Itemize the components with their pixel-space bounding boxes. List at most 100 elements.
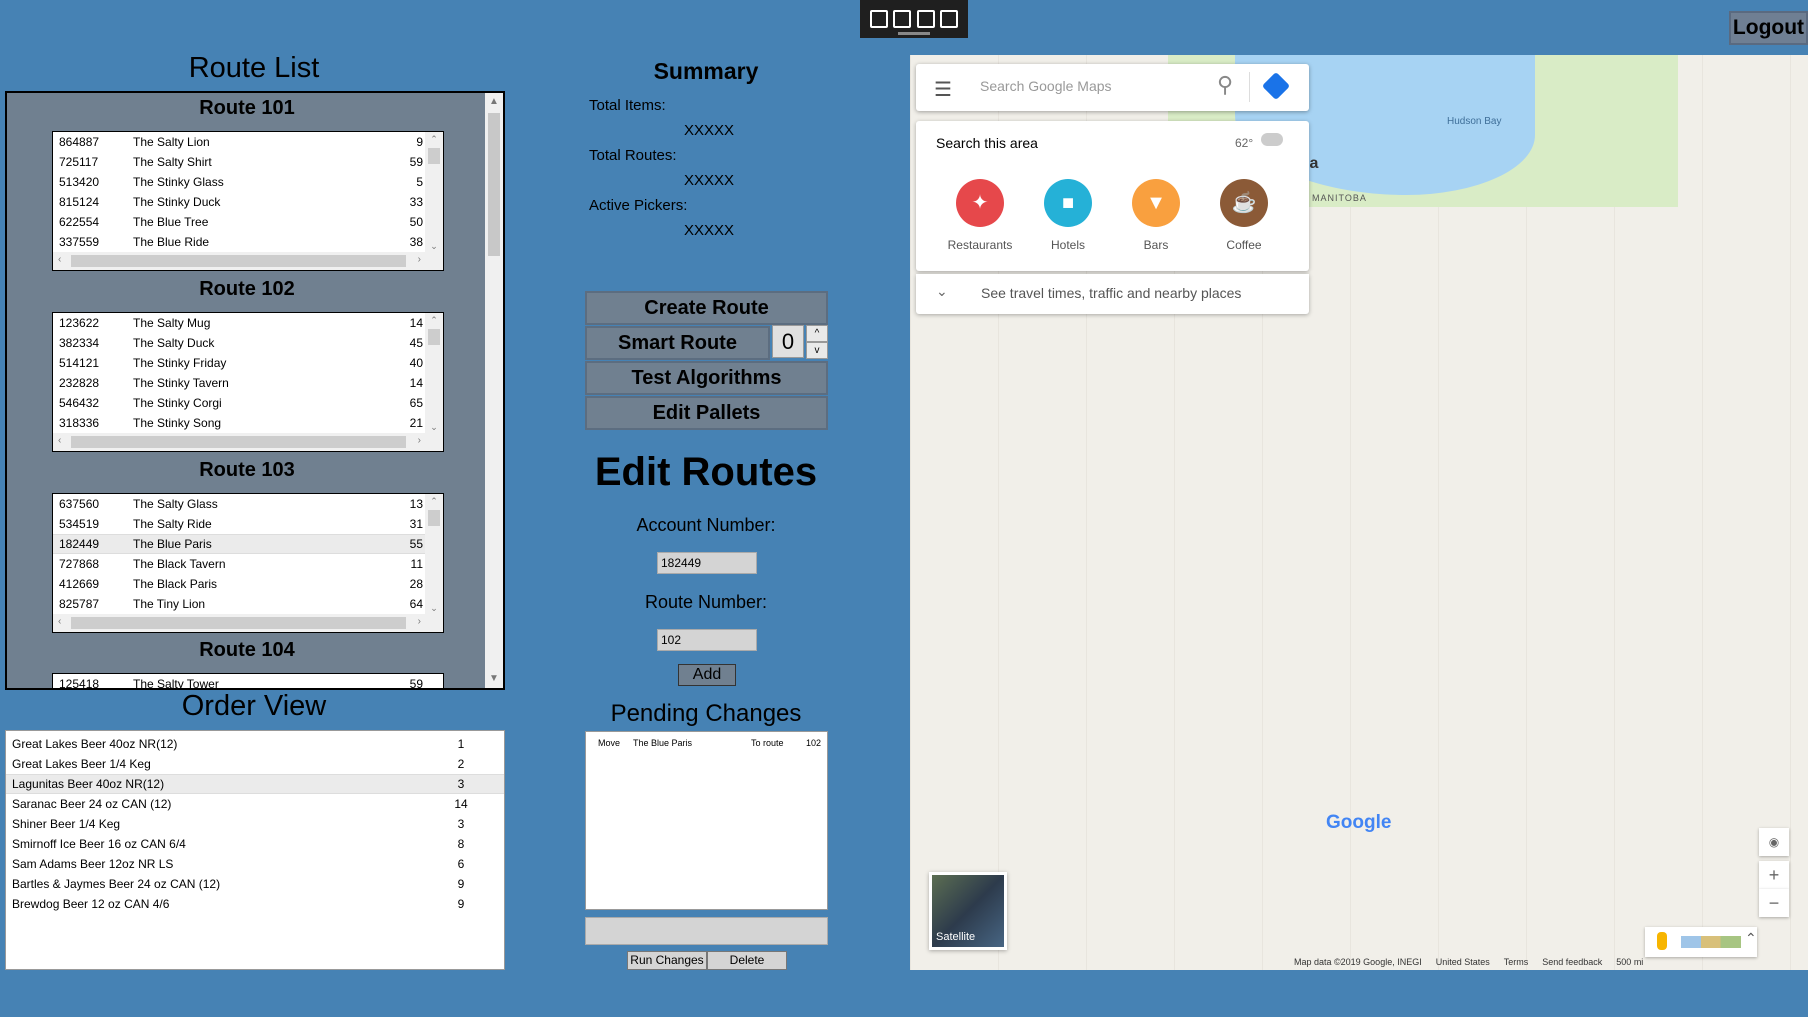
create-route-button[interactable]: Create Route: [585, 291, 828, 325]
edit-pallets-button[interactable]: Edit Pallets: [585, 396, 828, 430]
travel-times-bar[interactable]: ⌄ See travel times, traffic and nearby p…: [916, 274, 1309, 314]
expand-icon[interactable]: ⌃: [1745, 930, 1757, 947]
route-number-input[interactable]: 102: [657, 629, 757, 651]
smart-route-count[interactable]: 0: [772, 325, 804, 358]
satellite-toggle[interactable]: Satellite: [929, 872, 1007, 950]
order-row[interactable]: Shiner Beer 1/4 Keg 3: [6, 814, 504, 834]
pending-input-bar[interactable]: [585, 917, 828, 945]
order-row[interactable]: Great Lakes Beer 40oz NR(12) 1: [6, 734, 504, 754]
scroll-up-icon[interactable]: ▲: [485, 93, 503, 111]
account-number-input[interactable]: 182449: [657, 552, 757, 574]
vertical-scrollbar[interactable]: ⌃ ⌄: [425, 313, 443, 435]
fork-knife-icon[interactable]: ✦: [956, 179, 1004, 227]
route-row[interactable]: 232828 The Stinky Tavern 14: [53, 373, 443, 393]
search-input[interactable]: Search Google Maps: [980, 78, 1112, 94]
horizontal-scrollbar[interactable]: ‹ ›: [53, 252, 443, 270]
scroll-up-icon[interactable]: ⌃: [425, 496, 443, 507]
order-row[interactable]: Great Lakes Beer 1/4 Keg 2: [6, 754, 504, 774]
horizontal-scrollbar[interactable]: ‹ ›: [53, 433, 443, 451]
scroll-thumb[interactable]: [428, 329, 440, 345]
pegman-layer-bar[interactable]: ⌃: [1645, 927, 1757, 957]
route-row[interactable]: 318336 The Stinky Song 21: [53, 413, 443, 433]
scroll-right-icon[interactable]: ›: [418, 616, 421, 627]
delete-button[interactable]: Delete: [707, 951, 787, 970]
cocktail-icon[interactable]: ▼: [1132, 179, 1180, 227]
bars-category[interactable]: ▼ Bars: [1116, 179, 1196, 252]
order-view-list[interactable]: Great Lakes Beer 40oz NR(12) 1 Great Lakes…: [5, 730, 505, 970]
route-list-box[interactable]: 123622 The Salty Mug 14 382334 The Salty Duc…: [52, 312, 444, 452]
country-link[interactable]: United States: [1436, 957, 1490, 967]
hotels-category[interactable]: ■ Hotels: [1028, 179, 1108, 252]
route-row[interactable]: 864887 The Salty Lion 9: [53, 132, 443, 152]
order-row[interactable]: Saranac Beer 24 oz CAN (12) 14: [6, 794, 504, 814]
restaurants-category[interactable]: ✦ Restaurants: [940, 179, 1020, 252]
route-row[interactable]: 534519 The Salty Ride 31: [53, 514, 443, 534]
run-changes-button[interactable]: Run Changes: [627, 951, 707, 970]
pointer-icon[interactable]: [893, 10, 912, 28]
pending-changes-list[interactable]: Move The Blue Paris To route 102: [585, 731, 828, 910]
add-button[interactable]: Add: [678, 664, 736, 686]
order-row[interactable]: Bartles & Jaymes Beer 24 oz CAN (12) 9: [6, 874, 504, 894]
toolbar-handle[interactable]: [898, 32, 930, 35]
route-row[interactable]: 125418 The Salty Tower 59: [53, 674, 443, 688]
zoom-out-button[interactable]: −: [1759, 889, 1789, 917]
route-list-box[interactable]: 637560 The Salty Glass 13 534519 The Salty R…: [52, 493, 444, 633]
bed-icon[interactable]: ■: [1044, 179, 1092, 227]
route-row[interactable]: 815124 The Stinky Duck 33: [53, 192, 443, 212]
route-row[interactable]: 412669 The Black Paris 28: [53, 574, 443, 594]
map-search-bar[interactable]: ☰ Search Google Maps ⚲: [916, 64, 1309, 111]
vertical-scrollbar[interactable]: ⌃ ⌄: [425, 494, 443, 616]
search-icon[interactable]: ⚲: [1217, 72, 1233, 98]
order-row[interactable]: Smirnoff Ice Beer 16 oz CAN 6/4 8: [6, 834, 504, 854]
smart-route-button[interactable]: Smart Route: [585, 326, 770, 360]
route-list-scrollbar[interactable]: ▲ ▼: [485, 93, 503, 688]
route-list-box[interactable]: 864887 The Salty Lion 9 725117 The Salty Shi…: [52, 131, 444, 271]
scroll-thumb[interactable]: [428, 510, 440, 526]
route-list-box[interactable]: 125418 The Salty Tower 59: [52, 673, 444, 688]
order-row[interactable]: Sam Adams Beer 12oz NR LS 6: [6, 854, 504, 874]
spin-down-button[interactable]: v: [806, 342, 828, 359]
route-row[interactable]: 513420 The Stinky Glass 5: [53, 172, 443, 192]
search-area-label[interactable]: Search this area: [936, 135, 1038, 151]
vertical-scrollbar[interactable]: ⌃ ⌄: [425, 132, 443, 254]
route-row[interactable]: 622554 The Blue Tree 50: [53, 212, 443, 232]
route-row[interactable]: 637560 The Salty Glass 13: [53, 494, 443, 514]
scroll-down-icon[interactable]: ▼: [485, 670, 503, 688]
scroll-thumb[interactable]: [71, 255, 406, 267]
directions-icon[interactable]: [1261, 71, 1291, 101]
my-location-icon[interactable]: ◉: [1759, 828, 1789, 856]
zoom-in-button[interactable]: +: [1759, 861, 1789, 889]
route-row[interactable]: 337559 The Blue Ride 38: [53, 232, 443, 252]
logout-button[interactable]: Logout: [1729, 11, 1808, 45]
route-row[interactable]: 182449 The Blue Paris 55: [53, 534, 443, 554]
route-row[interactable]: 546432 The Stinky Corgi 65: [53, 393, 443, 413]
scroll-left-icon[interactable]: ‹: [58, 616, 61, 627]
scroll-up-icon[interactable]: ⌃: [425, 315, 443, 326]
route-row[interactable]: 725117 The Salty Shirt 59: [53, 152, 443, 172]
scroll-down-icon[interactable]: ⌄: [425, 603, 443, 614]
spin-up-button[interactable]: ^: [806, 325, 828, 342]
pending-change-row[interactable]: Move The Blue Paris To route 102: [586, 732, 827, 748]
scroll-thumb[interactable]: [71, 436, 406, 448]
coffee-category[interactable]: ☕ Coffee: [1204, 179, 1284, 252]
route-row[interactable]: 382334 The Salty Duck 45: [53, 333, 443, 353]
scroll-thumb[interactable]: [71, 617, 406, 629]
travel-times-text[interactable]: See travel times, traffic and nearby pla…: [981, 285, 1241, 301]
menu-icon[interactable]: ☰: [934, 77, 952, 102]
scroll-thumb[interactable]: [428, 148, 440, 164]
order-row[interactable]: Lagunitas Beer 40oz NR(12) 3: [6, 774, 504, 794]
pegman-icon[interactable]: [1657, 932, 1667, 950]
scroll-right-icon[interactable]: ›: [418, 435, 421, 446]
route-list-panel[interactable]: Route 101 864887 The Salty Lion 9 725117 The …: [5, 91, 505, 690]
chevron-down-icon[interactable]: ⌄: [936, 283, 948, 300]
feedback-link[interactable]: Send feedback: [1542, 957, 1602, 967]
route-row[interactable]: 727868 The Black Tavern 11: [53, 554, 443, 574]
inspect-icon[interactable]: [940, 10, 959, 28]
coffee-icon[interactable]: ☕: [1220, 179, 1268, 227]
scroll-thumb[interactable]: [488, 113, 500, 256]
scroll-down-icon[interactable]: ⌄: [425, 422, 443, 433]
scroll-left-icon[interactable]: ‹: [58, 435, 61, 446]
route-row[interactable]: 123622 The Salty Mug 14: [53, 313, 443, 333]
order-row[interactable]: Brewdog Beer 12 oz CAN 4/6 9: [6, 894, 504, 914]
layers-icon[interactable]: [1681, 936, 1741, 948]
